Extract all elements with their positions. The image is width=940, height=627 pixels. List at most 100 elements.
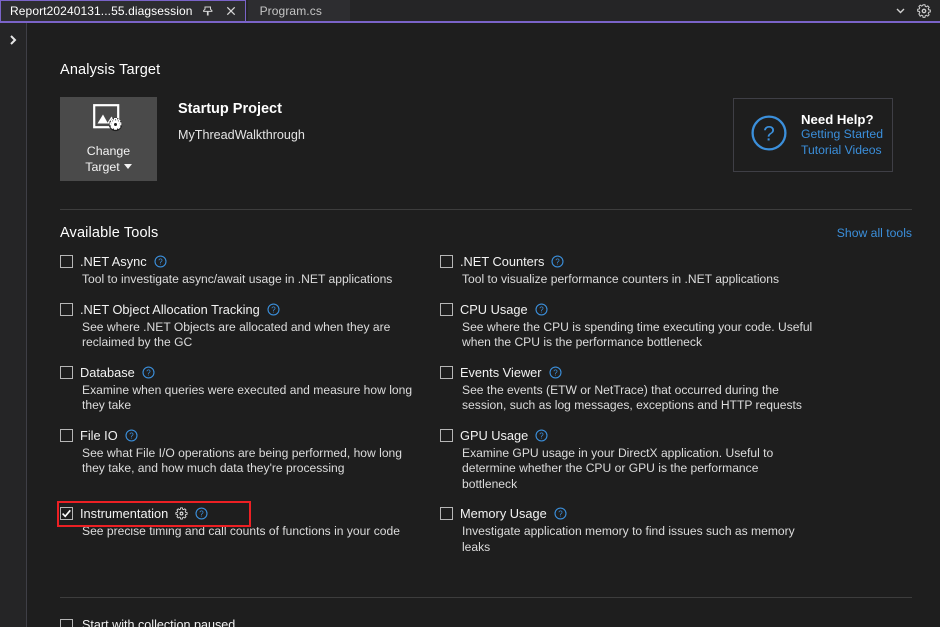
question-circle-icon[interactable]: ?: [554, 507, 567, 520]
tool-checkbox[interactable]: [440, 429, 453, 442]
tool-checkbox[interactable]: [60, 255, 73, 268]
check-icon: [61, 508, 72, 519]
svg-text:?: ?: [540, 431, 545, 440]
tool-description: Tool to investigate async/await usage in…: [82, 272, 422, 288]
svg-text:?: ?: [553, 368, 558, 377]
tool-checkbox[interactable]: [60, 366, 73, 379]
tool-gpu-usage: GPU Usage? Examine GPU usage in your Dire…: [440, 428, 820, 493]
tool-header[interactable]: GPU Usage?: [440, 428, 820, 443]
question-circle-icon: ?: [750, 114, 788, 157]
available-tools-title: Available Tools: [60, 225, 158, 241]
chevron-down-icon[interactable]: [895, 5, 906, 16]
tab-program-cs[interactable]: Program.cs: [248, 0, 350, 21]
available-tools-header: Available Tools Show all tools: [60, 225, 912, 241]
tool-name: File IO: [80, 428, 118, 443]
start-paused-checkbox[interactable]: [60, 619, 73, 627]
tool-memory-usage: Memory Usage? Investigate application mem…: [440, 506, 820, 555]
svg-text:?: ?: [158, 258, 163, 267]
profiler-content: Analysis Target Change Target: [27, 23, 940, 627]
tool-events-viewer: Events Viewer?See the events (ETW or Net…: [440, 365, 820, 414]
question-circle-icon[interactable]: ?: [125, 429, 138, 442]
caret-down-icon: [124, 164, 132, 169]
tool-checkbox[interactable]: [440, 303, 453, 316]
close-icon[interactable]: [223, 3, 239, 19]
tool-description: See where .NET Objects are allocated and…: [82, 320, 422, 351]
tool-name: .NET Async: [80, 254, 147, 269]
tool-cpu-usage: CPU Usage? See where the CPU is spending …: [440, 302, 820, 351]
tool-header[interactable]: Memory Usage?: [440, 506, 820, 521]
tool-checkbox[interactable]: [440, 507, 453, 520]
tool-header[interactable]: .NET Counters?: [440, 254, 820, 269]
need-help-title: Need Help?: [801, 112, 883, 128]
tool-description: Investigate application memory to find i…: [462, 524, 814, 555]
startup-project-heading: Startup Project: [178, 101, 305, 117]
tool-header[interactable]: Database?: [60, 365, 440, 380]
change-target-button[interactable]: Change Target: [60, 97, 157, 181]
chevron-right-icon[interactable]: [0, 34, 26, 46]
tool-net-async: .NET Async? Tool to investigate async/awa…: [60, 254, 440, 288]
tool-name: .NET Object Allocation Tracking: [80, 302, 260, 317]
tool-checkbox[interactable]: [440, 366, 453, 379]
tool-header[interactable]: CPU Usage?: [440, 302, 820, 317]
tool-header[interactable]: .NET Async?: [60, 254, 440, 269]
tool-description: See what File I/O operations are being p…: [82, 446, 422, 477]
tool-description: Examine when queries were executed and m…: [82, 383, 422, 414]
tab-report-diagsession[interactable]: Report20240131...55.diagsession: [0, 0, 246, 21]
main-shell: Analysis Target Change Target: [0, 23, 940, 627]
tool-name: Memory Usage: [460, 506, 547, 521]
target-info: Startup Project MyThreadWalkthrough: [178, 97, 305, 142]
tool-checkbox[interactable]: [440, 255, 453, 268]
gear-icon[interactable]: [917, 4, 931, 18]
left-rail: [0, 23, 27, 627]
separator-bottom: [60, 597, 912, 598]
tool-description: Examine GPU usage in your DirectX applic…: [462, 446, 814, 493]
tool-description: See precise timing and call counts of fu…: [82, 524, 422, 540]
question-circle-icon[interactable]: ?: [535, 429, 548, 442]
question-circle-icon[interactable]: ?: [535, 303, 548, 316]
change-target-line2-wrap: Target: [85, 159, 131, 175]
question-circle-icon[interactable]: ?: [551, 255, 564, 268]
question-circle-icon[interactable]: ?: [267, 303, 280, 316]
change-target-line2: Target: [85, 159, 119, 175]
tool-header[interactable]: .NET Object Allocation Tracking?: [60, 302, 440, 317]
tool-header[interactable]: Instrumentation?: [60, 506, 440, 521]
question-circle-icon[interactable]: ?: [549, 366, 562, 379]
tool-checkbox[interactable]: [60, 303, 73, 316]
tab-strip: Report20240131...55.diagsession Program.…: [0, 0, 940, 23]
change-target-line1: Change: [87, 143, 130, 159]
question-circle-icon[interactable]: ?: [142, 366, 155, 379]
tool-checkbox[interactable]: [60, 429, 73, 442]
tool-file-io: File IO? See what File I/O operations are…: [60, 428, 440, 493]
tab-label: Program.cs: [260, 4, 322, 18]
svg-text:?: ?: [200, 510, 205, 519]
tab-label: Report20240131...55.diagsession: [10, 4, 193, 18]
svg-text:?: ?: [763, 122, 775, 145]
svg-text:?: ?: [539, 305, 544, 314]
svg-text:?: ?: [271, 305, 276, 314]
separator-top: [60, 209, 912, 210]
question-circle-icon[interactable]: ?: [154, 255, 167, 268]
tutorial-videos-link[interactable]: Tutorial Videos: [801, 143, 883, 159]
getting-started-link[interactable]: Getting Started: [801, 127, 883, 143]
tool-name: .NET Counters: [460, 254, 544, 269]
show-all-tools-link[interactable]: Show all tools: [837, 226, 912, 240]
tool-net-object-allocation-tracking: .NET Object Allocation Tracking? See wher…: [60, 302, 440, 351]
startup-project-name: MyThreadWalkthrough: [178, 128, 305, 142]
tool-checkbox[interactable]: [60, 507, 73, 520]
need-help-panel: ? Need Help? Getting Started Tutorial Vi…: [733, 98, 893, 172]
svg-text:?: ?: [146, 368, 151, 377]
start-paused-row[interactable]: Start with collection paused: [60, 618, 940, 627]
tool-description: See where the CPU is spending time execu…: [462, 320, 814, 351]
need-help-texts: Need Help? Getting Started Tutorial Vide…: [801, 112, 883, 159]
gear-icon[interactable]: [175, 507, 188, 520]
start-paused-label: Start with collection paused: [82, 618, 235, 627]
image-settings-icon: [93, 104, 125, 138]
svg-text:?: ?: [556, 258, 561, 267]
tool-header[interactable]: File IO?: [60, 428, 440, 443]
pin-icon[interactable]: [200, 3, 216, 19]
question-circle-icon[interactable]: ?: [195, 507, 208, 520]
tool-header[interactable]: Events Viewer?: [440, 365, 820, 380]
tool-name: GPU Usage: [460, 428, 528, 443]
svg-text:?: ?: [558, 510, 563, 519]
tool-instrumentation: Instrumentation? See precise timing and c…: [60, 506, 440, 555]
